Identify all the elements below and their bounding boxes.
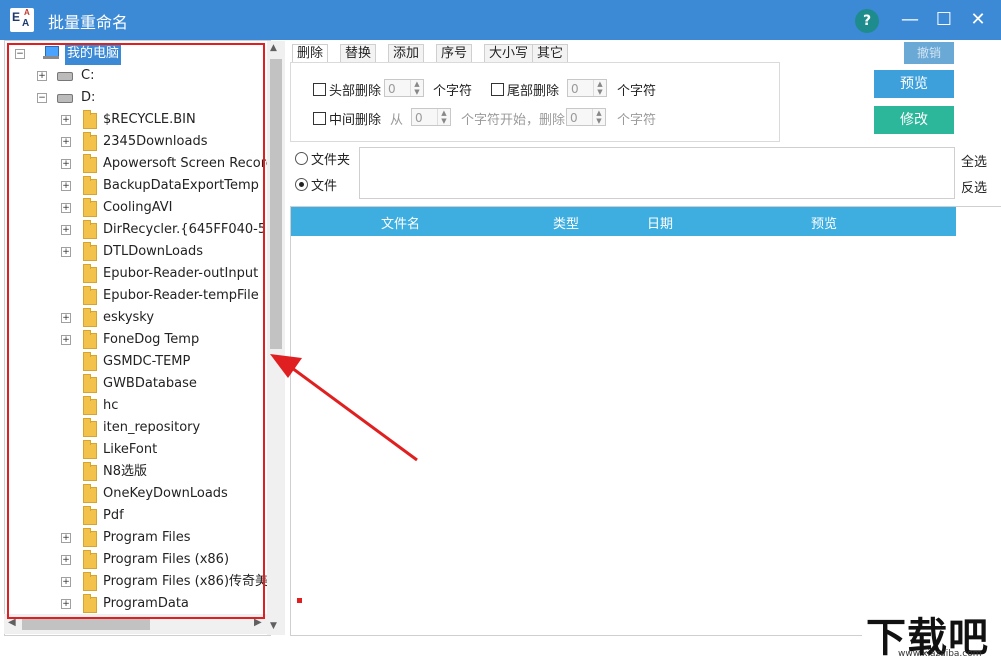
middle-from-stepper[interactable]: 0 ▲ ▼ [411,108,451,126]
file-radio[interactable] [295,178,308,191]
tab-delete[interactable]: 删除 [292,44,329,63]
watermark-url: www.xiazaiba.com [898,649,982,659]
close-button[interactable]: ✕ [962,4,994,36]
chars-label: 个字符 [617,84,657,99]
scroll-thumb[interactable] [22,618,150,630]
select-all-link[interactable]: 全选 [961,151,987,170]
from-label: 从 [390,113,404,128]
file-radio-label: 文件 [311,179,338,194]
window-title: 批量重命名 [48,13,129,32]
watermark: 下载吧 www.xiazaiba.com [862,603,1001,661]
column-header-filename[interactable]: 文件名 [381,213,420,232]
tail-delete-stepper[interactable]: 0 ▲ ▼ [567,79,607,97]
head-delete-label: 头部删除 [329,84,382,99]
preview-button[interactable]: 预览 [874,70,954,98]
annotation-dot [297,598,302,603]
cancel-button[interactable]: 撤销 [904,42,954,64]
maximize-button[interactable]: ☐ [928,4,960,36]
middle-delete-label: 中间删除 [329,113,382,128]
middle-count-stepper[interactable]: 0 ▲ ▼ [566,108,606,126]
filter-textbox[interactable] [359,147,955,199]
minimize-button[interactable]: — [894,4,926,36]
tail-delete-label: 尾部删除 [507,84,560,99]
column-header-date[interactable]: 日期 [647,213,673,232]
invert-selection-link[interactable]: 反选 [961,177,987,196]
tab-add[interactable]: 添加 [388,44,425,63]
head-delete-checkbox[interactable] [313,83,326,96]
tab-other[interactable]: 其它 [532,44,569,63]
folder-radio-label: 文件夹 [311,153,351,168]
file-table[interactable]: 文件名 类型 日期 预览 [290,206,1001,636]
annotation-highlight-box [7,43,265,619]
column-header-preview[interactable]: 预览 [811,213,837,232]
help-button[interactable]: ? [855,9,879,33]
title-bar: EAA 批量重命名 ? — ☐ ✕ [0,0,1001,40]
chars-start-delete-label: 个字符开始，删除 [461,113,566,128]
modify-button[interactable]: 修改 [874,106,954,134]
chars-label: 个字符 [433,84,473,99]
chars-label: 个字符 [617,113,657,128]
column-header-type[interactable]: 类型 [553,213,579,232]
tab-replace[interactable]: 替换 [340,44,377,63]
tail-delete-checkbox[interactable] [491,83,504,96]
head-delete-stepper[interactable]: 0 ▲ ▼ [384,79,424,97]
app-icon: EAA [10,8,34,32]
tab-case[interactable]: 大小写 [484,44,534,63]
scroll-down-icon[interactable]: ▼ [270,621,277,631]
tree-vertical-scrollbar[interactable]: ▲ ▼ [267,41,285,635]
folder-radio[interactable] [295,152,308,165]
scroll-thumb[interactable] [270,59,282,349]
delete-options-panel: 头部删除 0 ▲ ▼ 个字符 尾部删除 0 ▲ ▼ 个字符 中间删除 从 0 ▲ ▼ 个字符… [290,62,780,142]
middle-delete-checkbox[interactable] [313,112,326,125]
table-header: 文件名 类型 日期 预览 [291,207,956,236]
scroll-up-icon[interactable]: ▲ [270,43,277,53]
tab-sequence[interactable]: 序号 [436,44,473,63]
